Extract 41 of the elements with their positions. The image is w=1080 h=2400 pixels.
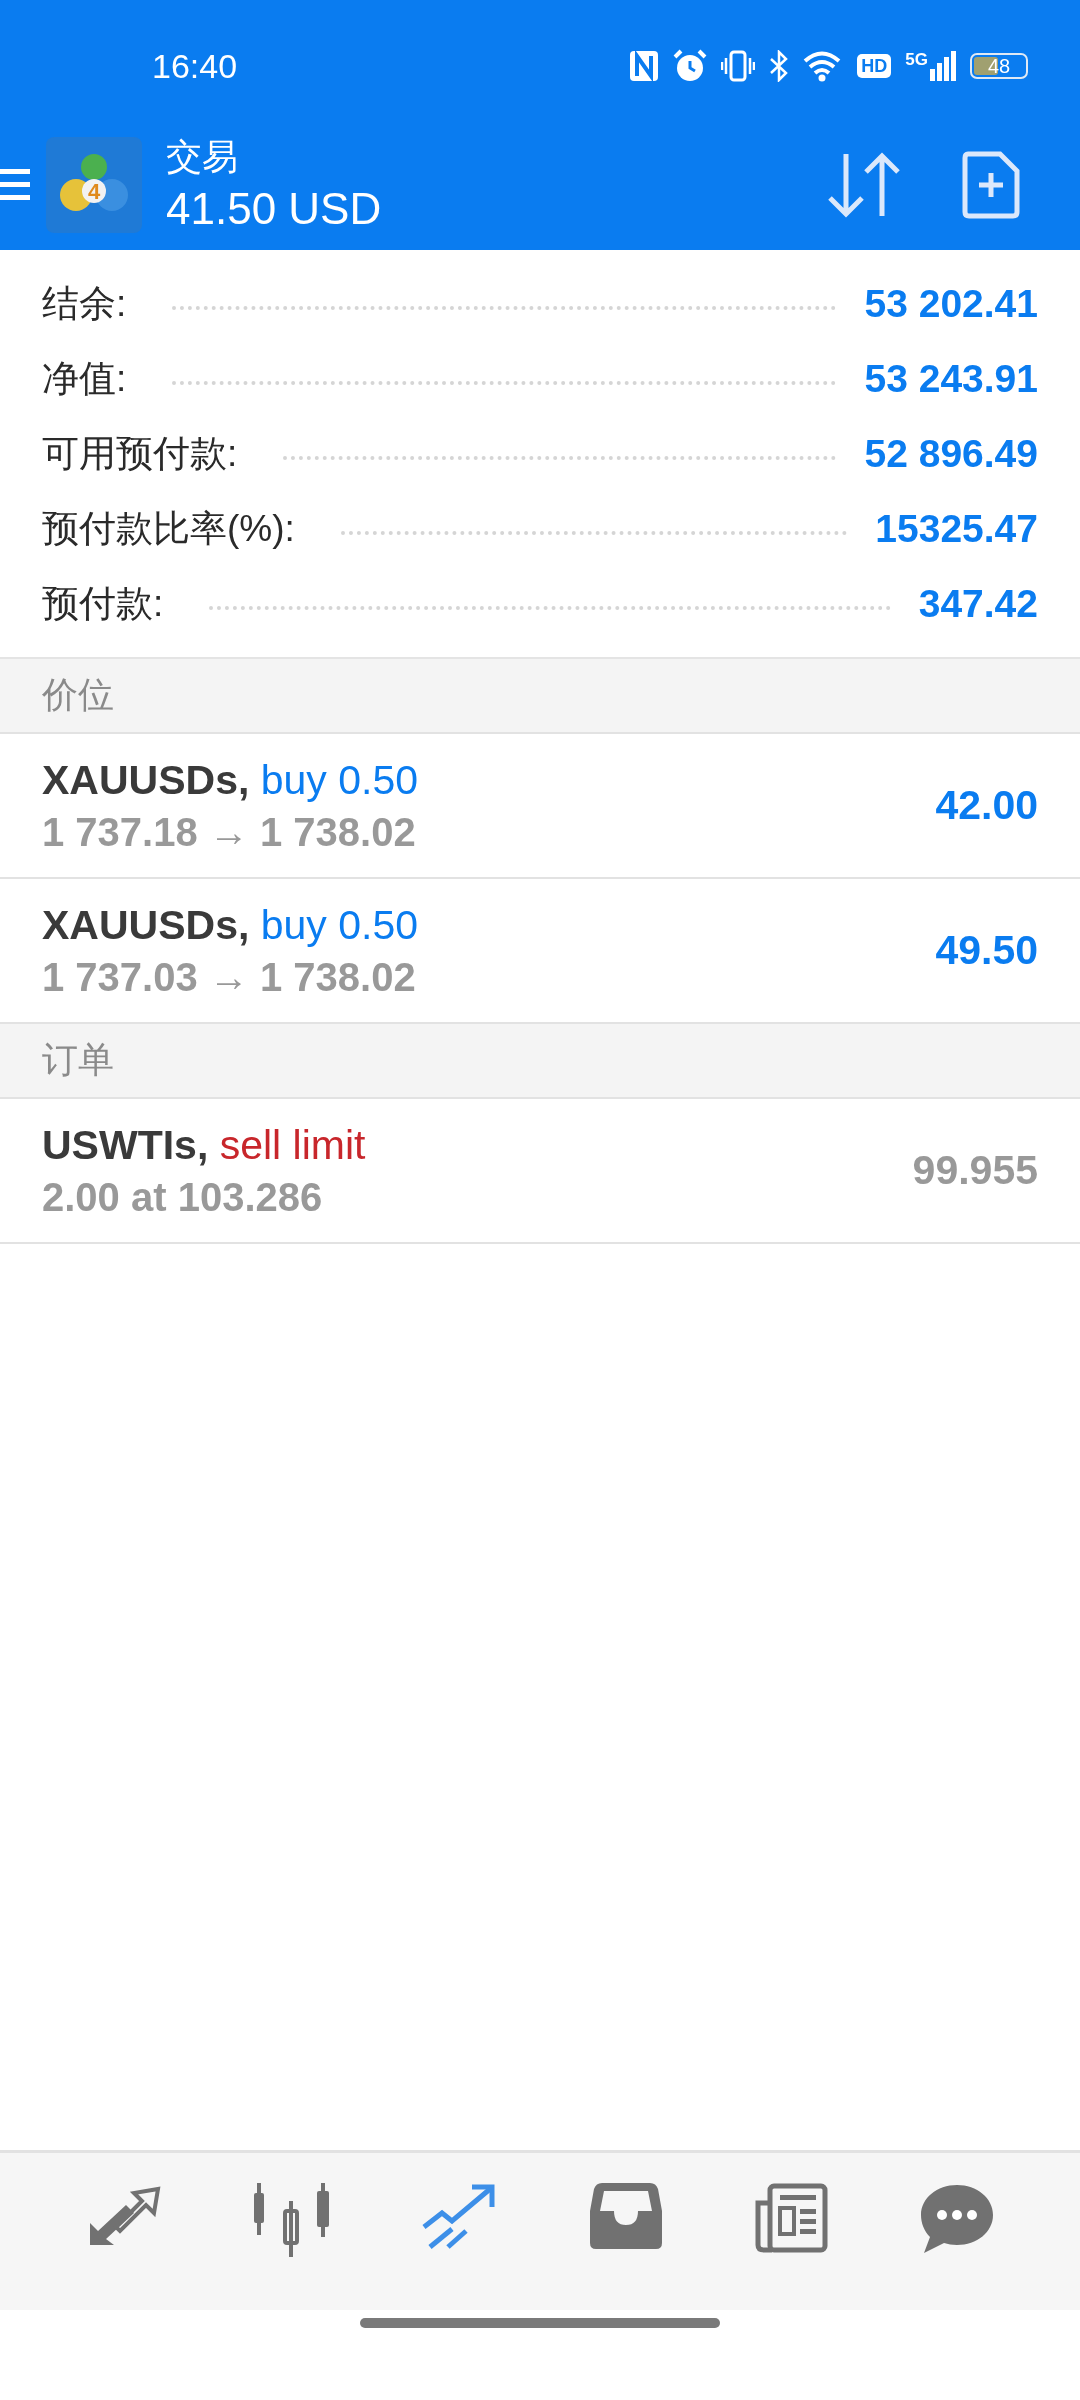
summary-label: 净值:: [42, 356, 127, 401]
trade-title: XAUUSDs, buy 0.50: [42, 900, 420, 950]
app-logo: 4: [46, 137, 142, 233]
trade-title: USWTIs, sell limit: [42, 1120, 367, 1170]
chat-bubble-icon[interactable]: [920, 2183, 994, 2255]
screen-title: 交易: [166, 135, 239, 179]
hd-badge: HD: [857, 54, 892, 78]
trade-value: 49.50: [935, 927, 1038, 974]
summary-label: 结余:: [42, 281, 127, 326]
trade-row[interactable]: USWTIs, sell limit 2.00 at 103.286 99.955: [0, 1099, 1080, 1244]
bluetooth-icon: [769, 50, 790, 82]
summary-label: 预付款比率(%):: [42, 506, 295, 551]
trade-value: 42.00: [935, 782, 1038, 829]
status-time: 16:40: [152, 46, 239, 86]
inbox-icon[interactable]: [590, 2183, 662, 2249]
alarm-icon: [673, 49, 708, 83]
summary-label: 可用预付款:: [42, 431, 238, 476]
nfc-icon: [629, 50, 660, 82]
summary-value: 53 243.91: [864, 356, 1038, 401]
trade-detail: 1 737.18 → 1 738.02: [42, 808, 417, 856]
candlestick-icon[interactable]: [254, 2183, 330, 2257]
summary-value: 15325.47: [875, 506, 1038, 551]
summary-label: 预付款:: [42, 581, 164, 626]
trend-arrow-icon[interactable]: [422, 2183, 498, 2249]
new-order-button[interactable]: [962, 151, 1020, 219]
summary-value: 53 202.41: [864, 281, 1038, 326]
trade-value: 99.955: [912, 1147, 1038, 1194]
summary-value: 347.42: [918, 581, 1038, 626]
trade-detail: 1 737.03 → 1 738.02: [42, 953, 417, 1001]
section-title: 价位: [42, 673, 114, 717]
section-title: 订单: [42, 1038, 114, 1082]
newspaper-icon[interactable]: [754, 2183, 828, 2253]
vibrate-icon: [721, 50, 756, 82]
trade-row[interactable]: XAUUSDs, buy 0.50 1 737.18 → 1 738.02 42.00: [0, 734, 1080, 879]
profit-total: 41.50 USD: [166, 183, 383, 235]
signal-icon: [930, 51, 956, 81]
network-type: 5G: [905, 51, 928, 68]
trade-detail: 2.00 at 103.286: [42, 1173, 324, 1221]
summary-value: 52 896.49: [864, 431, 1038, 476]
trade-title: XAUUSDs, buy 0.50: [42, 755, 420, 805]
sort-button[interactable]: [826, 152, 902, 218]
